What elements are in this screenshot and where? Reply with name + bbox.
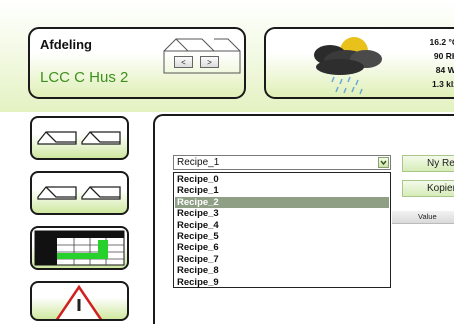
next-department-button[interactable]: > [200,56,219,68]
schedule-chart-icon [34,230,125,266]
greenhouse-pair-icon [37,131,121,145]
column-header-value: Value [418,212,437,221]
storm-cloud-icon [314,37,382,95]
recipe-option[interactable]: Recipe_1 [175,185,389,196]
recipe-option[interactable]: Recipe_8 [175,265,389,276]
department-value: LCC C Hus 2 [40,69,129,86]
recipe-option[interactable]: Recipe_5 [175,231,389,242]
sidebar-button-alarms[interactable] [30,281,129,321]
radiation-value: 84 W/ [435,65,454,75]
recipe-options-list[interactable]: Recipe_0 Recipe_1 Recipe_2 Recipe_3 Reci… [173,172,391,288]
greenhouse-navigator: < > [162,33,244,77]
table-header: Value [392,211,454,224]
greenhouse-outline-icon [163,38,241,74]
warning-icon [55,284,103,319]
copy-recipe-button[interactable]: Kopier [402,180,454,197]
sidebar-button-schedule[interactable] [30,226,129,270]
recipe-option[interactable]: Recipe_3 [175,208,389,219]
recipe-select-value: Recipe_1 [177,157,220,168]
light-value: 1.3 klx [432,79,454,89]
humidity-value: 90 RH [433,51,454,61]
recipe-option[interactable]: Recipe_0 [175,174,389,185]
sidebar-button-greenhouses-2[interactable] [30,171,129,215]
department-label: Afdeling [40,37,92,52]
recipe-select[interactable]: Recipe_1 [173,155,391,170]
recipe-option[interactable]: Recipe_4 [175,220,389,231]
weather-panel: 16.2 °C 90 RH 84 W/ 1.3 klx [264,27,454,99]
greenhouse-pair-icon [37,186,121,200]
temperature-value: 16.2 °C [429,37,454,47]
recipe-option[interactable]: Recipe_7 [175,254,389,265]
recipe-option[interactable]: Recipe_6 [175,242,389,253]
prev-department-button[interactable]: < [174,56,193,68]
new-recipe-button[interactable]: Ny Re [402,155,454,172]
recipe-option-highlighted[interactable]: Recipe_2 [175,196,389,208]
chevron-down-icon[interactable] [378,157,389,168]
recipe-option[interactable]: Recipe_9 [175,277,389,288]
sidebar-button-greenhouses[interactable] [30,116,129,160]
department-panel: Afdeling LCC C Hus 2 < > [28,27,246,99]
